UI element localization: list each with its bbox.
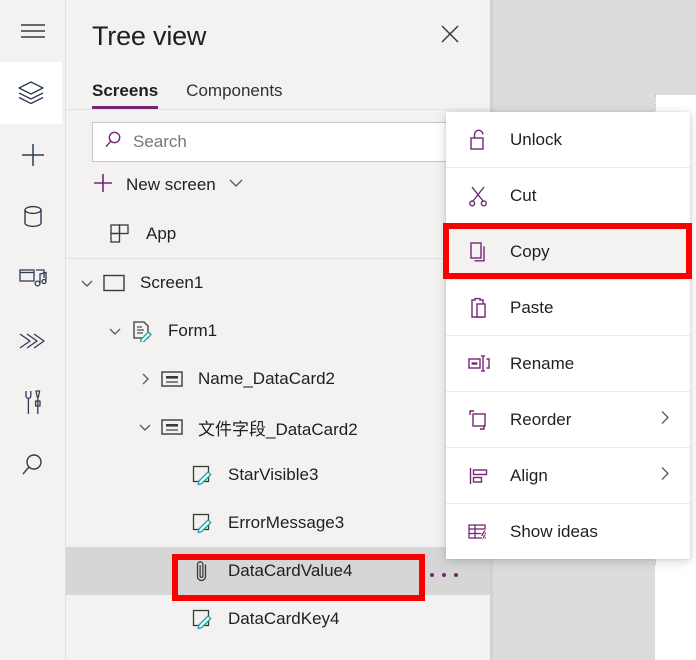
tree-item-label: 文件字段_DataCard2 [198,419,358,439]
dot [454,573,458,577]
menu-item-label: Copy [510,241,550,261]
datacard-icon [158,369,186,389]
menu-item-label: Rename [510,353,575,373]
panel-tabs: Screens Components [66,72,490,110]
panel-header: Tree view [66,0,490,72]
chevron-right-icon[interactable] [132,371,158,387]
menu-item-reorder[interactable]: Reorder [446,392,690,447]
menu-item-align[interactable]: Align [446,448,690,503]
chevron-down-icon[interactable] [132,421,158,433]
tree-item-errormessage3[interactable]: ErrorMessage3 [66,499,490,547]
label-icon [188,608,216,630]
database-icon [21,204,45,230]
chevron-down-icon[interactable] [226,176,246,195]
flow-icon [18,330,48,352]
tree-item-wenjianziduan-datacard2[interactable]: 文件字段_DataCard2 [66,403,490,451]
menu-item-label: Reorder [510,409,572,429]
new-screen-button[interactable]: New screen [66,162,490,208]
tree-item-label: Screen1 [140,273,204,292]
attachment-icon [188,559,216,583]
tools-icon [21,389,45,417]
tree-view-panel: Tree view Screens Components Search New … [66,0,490,660]
app-icon [106,223,134,245]
paste-icon [464,296,494,320]
tree-item-datacardvalue4[interactable]: DataCardValue4 [66,547,490,595]
tree-item-starvisible3[interactable]: StarVisible3 [66,451,490,499]
tree-item-label: ErrorMessage3 [228,513,345,532]
context-menu: Unlock Cut Copy Paste Rename Reorder Ali… [446,112,690,559]
datacard-icon [158,417,186,437]
tree-item-label: Form1 [168,321,218,340]
chevron-down-icon[interactable] [74,277,100,289]
menu-item-cut[interactable]: Cut [446,168,690,223]
rail-item-insert[interactable] [0,124,66,186]
scissors-icon [464,184,494,208]
label-icon [188,464,216,486]
rail-item-data[interactable] [0,186,66,248]
menu-item-show-ideas[interactable]: Show ideas [446,504,690,559]
tree-item-overflow-button[interactable] [430,566,458,584]
layers-icon [17,80,45,106]
tree-list: App Screen1 Form1 Name_DataCard2 文件字段_Da… [66,210,490,643]
rail-item-variables[interactable] [0,372,66,434]
new-screen-label: New screen [126,175,216,194]
search-icon [20,452,46,478]
menu-item-label: Cut [510,185,537,205]
left-icon-rail [0,0,66,660]
chevron-right-icon [658,464,672,487]
tree-item-label: StarVisible3 [228,465,319,484]
menu-item-label: Align [510,465,548,485]
ideas-icon [464,521,494,543]
rail-item-power-automate[interactable] [0,310,66,372]
search-icon [103,130,123,155]
tree-item-screen1[interactable]: Screen1 [66,259,490,307]
tree-item-label: DataCardKey4 [228,609,340,628]
close-button[interactable] [434,20,466,52]
plus-icon [92,172,114,199]
menu-item-copy[interactable]: Copy [446,224,690,279]
form-icon [128,320,156,342]
tab-components[interactable]: Components [186,81,282,109]
tree-item-label: App [146,224,177,243]
tab-screens[interactable]: Screens [92,81,159,109]
media-icon [19,267,47,291]
dot [442,573,446,577]
dot [430,573,434,577]
chevron-right-icon [658,408,672,431]
reorder-icon [464,409,494,431]
menu-item-rename[interactable]: Rename [446,336,690,391]
search-area [66,110,490,162]
align-icon [464,465,494,487]
app-root: Tree view Screens Components Search New … [0,0,696,660]
hamburger-icon [20,22,46,40]
screen-icon [100,273,128,293]
search-box[interactable] [92,122,466,162]
rail-item-media[interactable] [0,248,66,310]
tree-item-label: DataCardValue4 [228,561,353,580]
menu-item-unlock[interactable]: Unlock [446,112,690,167]
copy-icon [464,240,494,264]
page-title: Tree view [92,20,207,51]
menu-item-label: Paste [510,297,554,317]
tree-item-form1[interactable]: Form1 [66,307,490,355]
plus-icon [20,142,46,168]
unlock-icon [464,128,494,152]
tree-item-label: Name_DataCard2 [198,369,336,388]
label-icon [188,512,216,534]
close-icon [439,23,461,50]
search-input[interactable] [133,132,455,152]
menu-item-label: Unlock [510,129,562,149]
rail-item-tree-view[interactable] [0,62,62,124]
chevron-down-icon[interactable] [102,325,128,337]
rail-item-hamburger-menu[interactable] [0,0,66,62]
menu-item-label: Show ideas [510,521,598,541]
tree-item-app[interactable]: App [66,210,490,258]
rename-icon [464,353,494,375]
tree-item-name-datacard2[interactable]: Name_DataCard2 [66,355,490,403]
menu-item-paste[interactable]: Paste [446,280,690,335]
rail-item-search[interactable] [0,434,66,496]
tree-item-datacardkey4[interactable]: DataCardKey4 [66,595,490,643]
